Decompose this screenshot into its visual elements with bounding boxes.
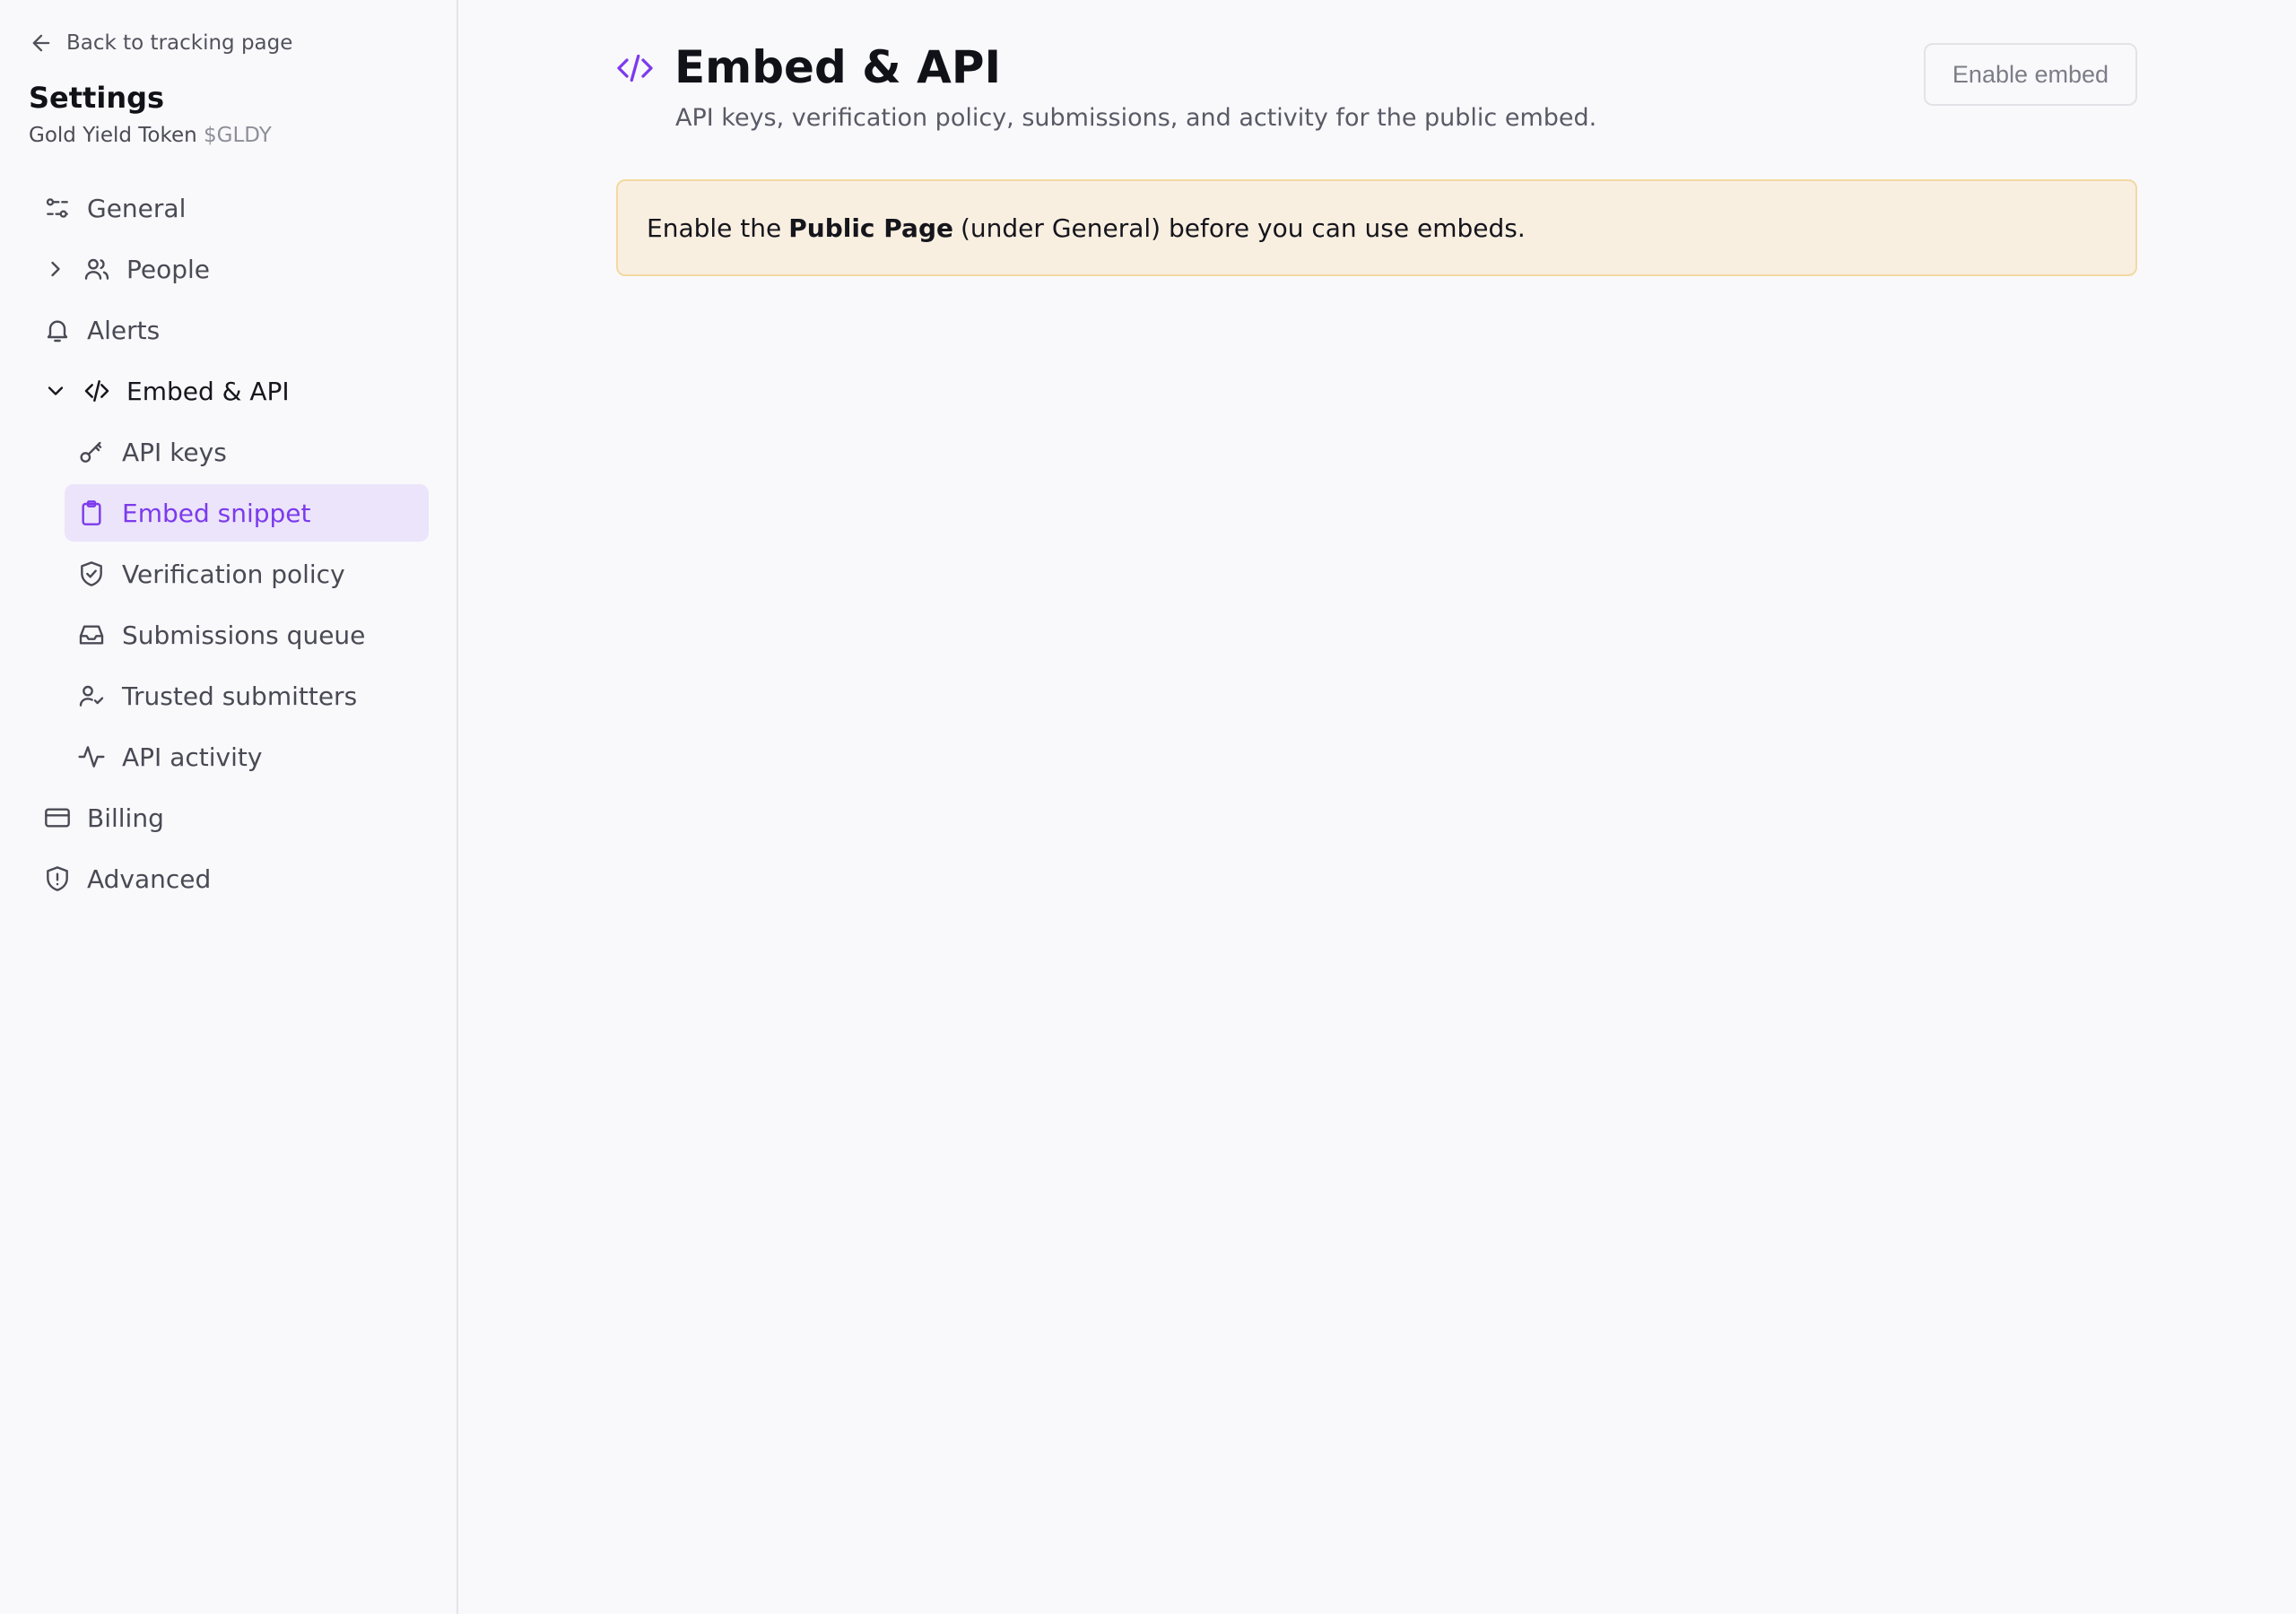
sidebar-item-label: People: [126, 254, 211, 284]
sidebar-subitem-submissions-queue[interactable]: Submissions queue: [65, 606, 429, 664]
sidebar-item-label: Alerts: [87, 315, 161, 345]
bell-icon: [47, 320, 68, 343]
sidebar-subitem-label: Embed snippet: [122, 498, 311, 528]
settings-title: Settings: [29, 81, 165, 115]
activity-icon: [78, 746, 105, 768]
page-title: Embed & API: [674, 41, 1002, 93]
shield-alert-icon: [47, 866, 68, 891]
sidebar-subitem-label: Verification policy: [122, 559, 345, 589]
back-link-label: Back to tracking page: [66, 31, 293, 55]
credit-card-icon: [45, 808, 70, 828]
key-icon: [80, 441, 102, 463]
sidebar-subitem-label: API activity: [122, 742, 263, 772]
project-name: Gold Yield Token $GLDY: [29, 124, 272, 147]
enable-embed-button[interactable]: Enable embed: [1924, 43, 2137, 106]
main-content: Embed & API API keys, verification polic…: [460, 0, 2296, 1614]
notice-emphasis: Public Page: [788, 213, 953, 243]
settings-app: Back to tracking page Settings Gold Yiel…: [0, 0, 2296, 1614]
notice-prefix: Enable the: [647, 213, 782, 243]
sidebar-subitem-embed-snippet[interactable]: Embed snippet: [65, 484, 429, 542]
user-check-icon: [79, 685, 104, 707]
sidebar-item-label: Billing: [87, 803, 164, 833]
sidebar-subitem-trusted-submitters[interactable]: Trusted submitters: [65, 667, 429, 725]
chevron-right-icon[interactable]: [43, 256, 68, 282]
notice-suffix: (under General) before you can use embed…: [960, 213, 1526, 243]
chevron-down-icon[interactable]: [43, 378, 68, 404]
shield-check-icon: [81, 561, 102, 586]
project-name-text: Gold Yield Token: [29, 124, 197, 147]
users-icon: [84, 258, 109, 280]
sidebar-item-label: Advanced: [87, 863, 212, 894]
sidebar-item-billing[interactable]: Billing: [43, 790, 164, 846]
arrow-left-icon: [32, 34, 50, 52]
sidebar-subitem-label: Trusted submitters: [122, 681, 358, 711]
page-subtitle: API keys, verification policy, submissio…: [675, 104, 1597, 132]
public-page-notice: Enable the Public Page (under General) b…: [616, 179, 2137, 276]
sliders-icon: [46, 198, 68, 218]
sidebar-item-advanced[interactable]: Advanced: [43, 851, 211, 907]
project-ticker: $GLDY: [204, 124, 272, 147]
sidebar-item-people[interactable]: People: [43, 241, 210, 297]
sidebar-subitem-label: API keys: [122, 437, 227, 467]
settings-sidebar: Back to tracking page Settings Gold Yiel…: [0, 0, 458, 1614]
sidebar-item-alerts[interactable]: Alerts: [43, 302, 160, 358]
inbox-icon: [79, 625, 104, 645]
sidebar-item-general[interactable]: General: [43, 180, 186, 236]
code-icon: [84, 380, 109, 402]
sidebar-subitem-verification-policy[interactable]: Verification policy: [65, 545, 429, 603]
sidebar-item-label: Embed & API: [126, 376, 290, 406]
clipboard-icon: [82, 500, 101, 525]
back-to-tracking-link[interactable]: Back to tracking page: [29, 27, 292, 59]
sidebar-subitem-api-activity[interactable]: API activity: [65, 728, 429, 785]
sidebar-subitem-label: Submissions queue: [122, 620, 366, 650]
sidebar-item-label: General: [87, 193, 187, 223]
code-icon: [617, 54, 653, 82]
sidebar-item-embed-api[interactable]: Embed & API: [43, 363, 290, 419]
sidebar-subitem-api-keys[interactable]: API keys: [65, 423, 429, 481]
